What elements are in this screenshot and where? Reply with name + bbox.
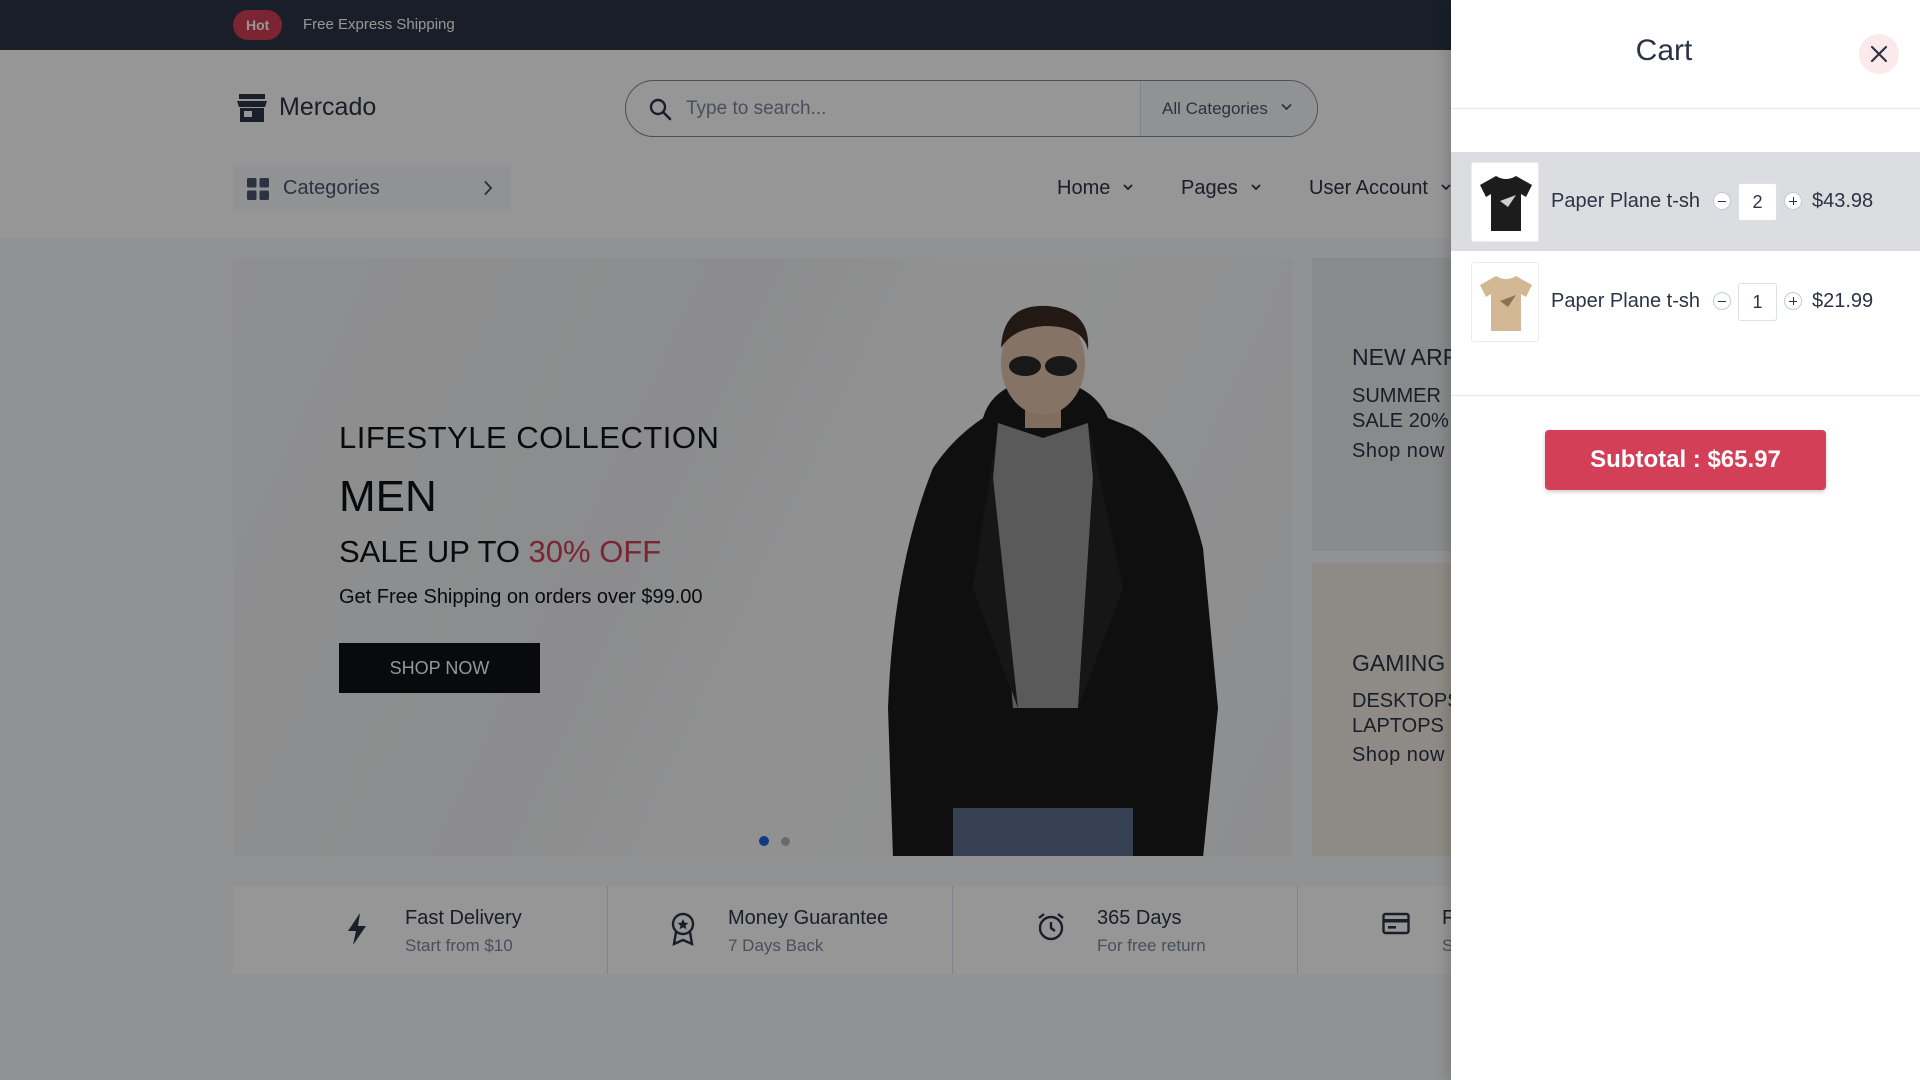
increase-quantity-button[interactable] bbox=[1784, 192, 1802, 210]
tshirt-icon bbox=[1480, 276, 1532, 331]
cart-item-name: Paper Plane t-sh bbox=[1551, 190, 1700, 212]
cart-title: Cart bbox=[1635, 34, 1693, 67]
cart-item-price: $21.99 bbox=[1812, 290, 1874, 312]
divider bbox=[1451, 108, 1920, 109]
close-icon bbox=[1870, 45, 1888, 63]
product-image bbox=[1471, 162, 1539, 242]
cart-item[interactable]: Paper Plane t-sh 2 $43.98 bbox=[1451, 152, 1920, 251]
decrease-quantity-button[interactable] bbox=[1713, 192, 1731, 210]
cart-item[interactable]: Paper Plane t-sh 1 $21.99 bbox=[1451, 252, 1920, 351]
cart-item-name: Paper Plane t-sh bbox=[1551, 290, 1700, 312]
divider bbox=[1451, 395, 1920, 396]
quantity-input[interactable]: 1 bbox=[1738, 283, 1777, 321]
close-cart-button[interactable] bbox=[1859, 34, 1899, 74]
product-image bbox=[1471, 262, 1539, 342]
tshirt-icon bbox=[1480, 176, 1532, 231]
decrease-quantity-button[interactable] bbox=[1713, 292, 1731, 310]
quantity-input[interactable]: 2 bbox=[1738, 183, 1777, 221]
cart-drawer: Cart Paper Plane t-sh 2 $43.98 Paper Pla… bbox=[1451, 0, 1920, 1080]
increase-quantity-button[interactable] bbox=[1784, 292, 1802, 310]
cart-item-price: $43.98 bbox=[1812, 190, 1874, 212]
subtotal-button[interactable]: Subtotal : $65.97 bbox=[1545, 430, 1826, 490]
